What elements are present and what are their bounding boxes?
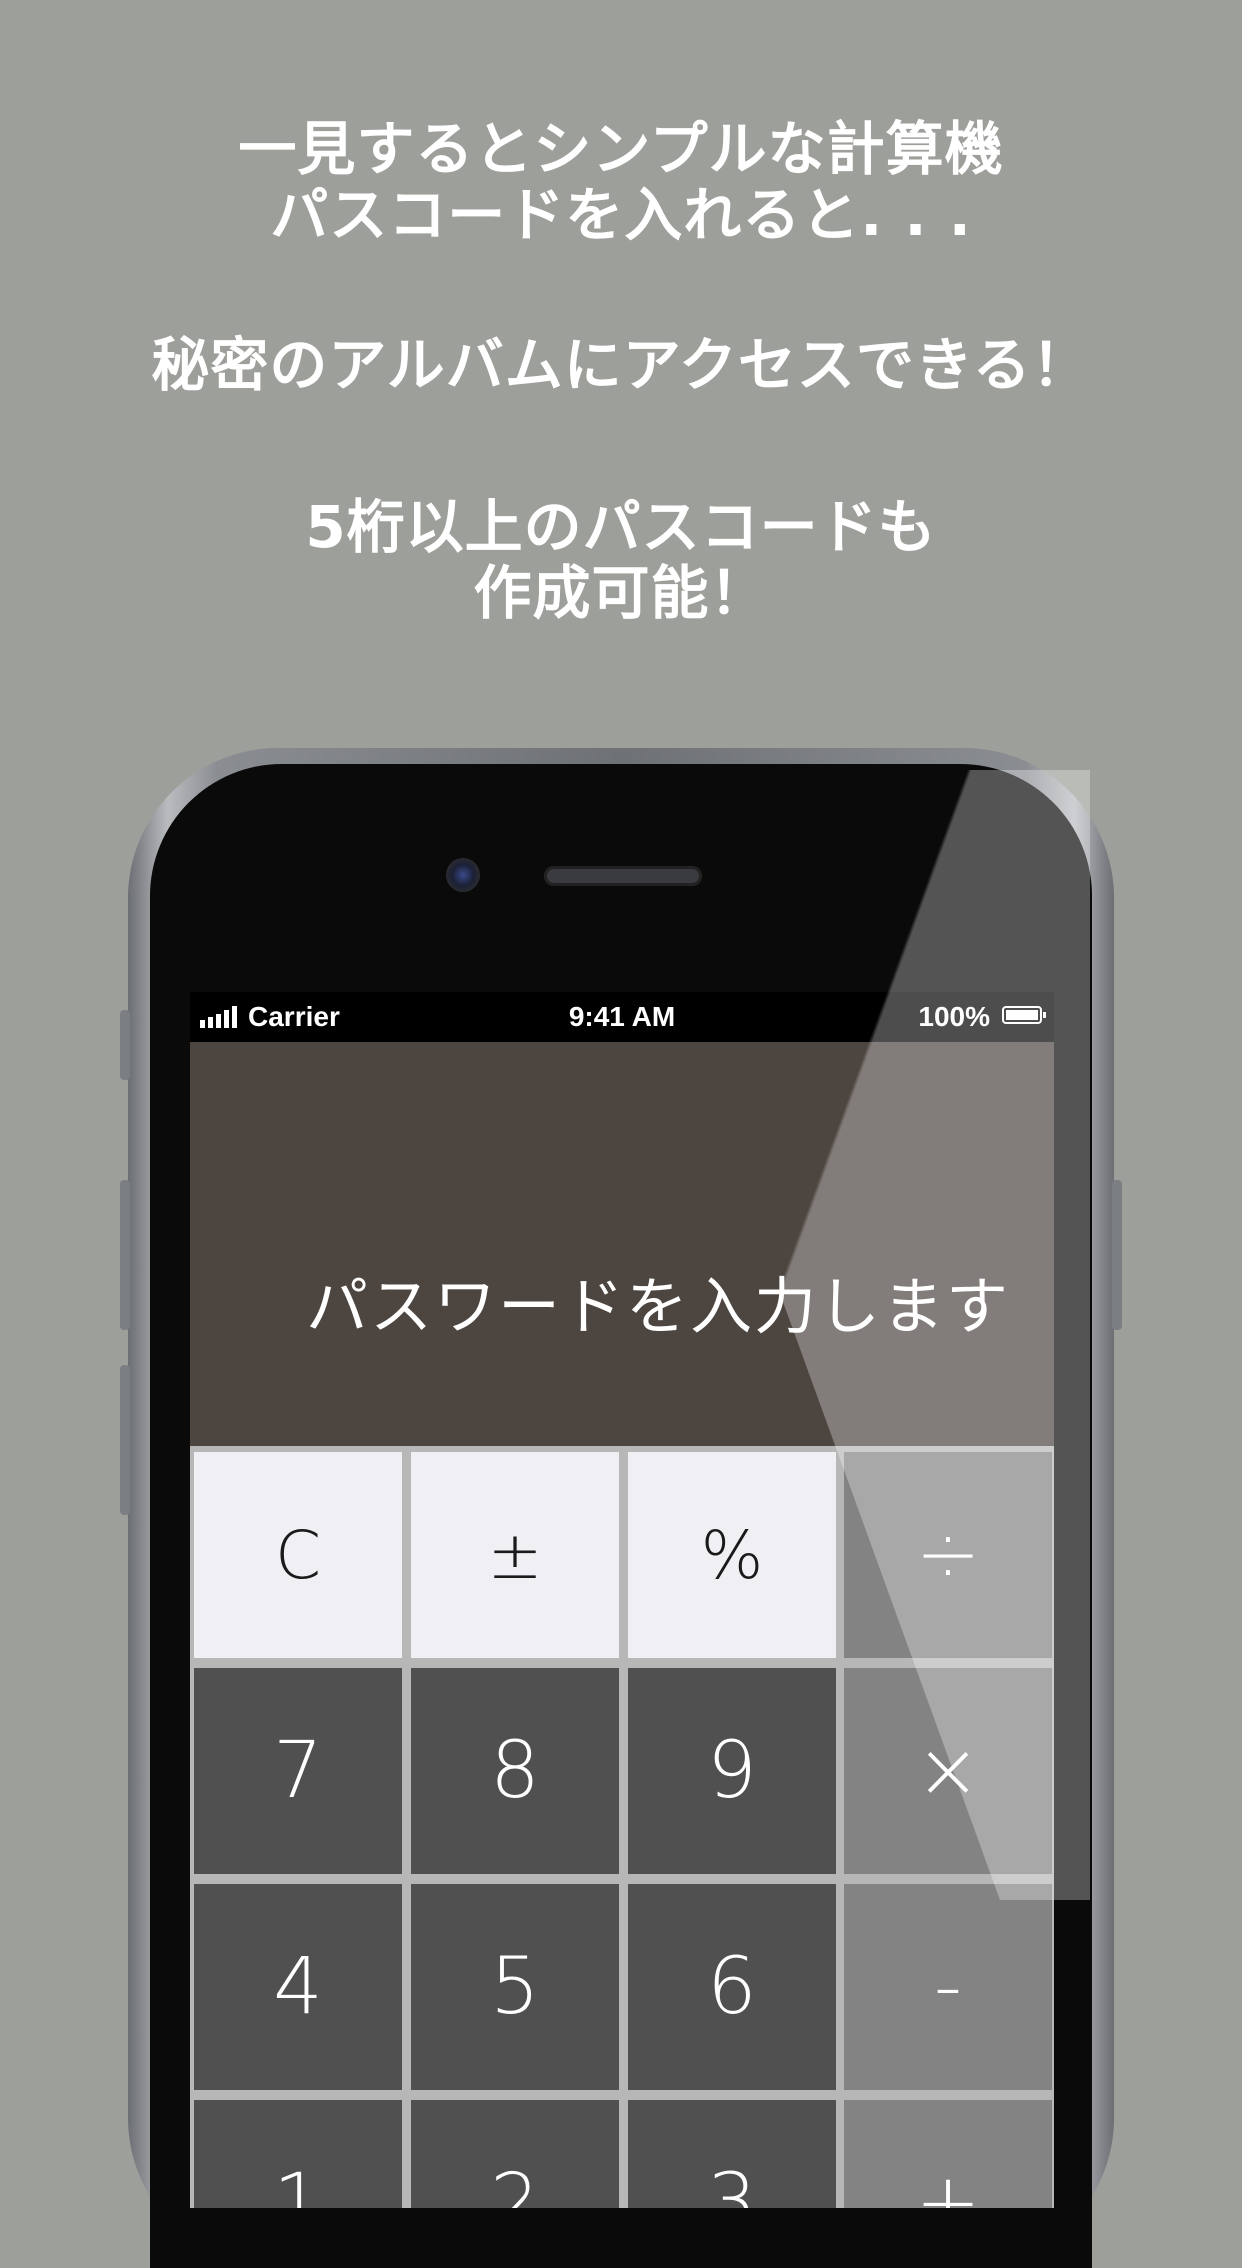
volume-down-button xyxy=(120,1365,130,1515)
keypad: C ± % ÷ 7 8 9 × 4 5 6 - 1 2 3 + xyxy=(190,1446,1054,2208)
multiply-button[interactable]: × xyxy=(844,1668,1052,1874)
digit-8-button[interactable]: 8 xyxy=(411,1668,619,1874)
digit-4-button[interactable]: 4 xyxy=(194,1884,402,2090)
digit-9-button[interactable]: 9 xyxy=(628,1668,836,1874)
mute-switch xyxy=(120,1010,130,1080)
clear-button[interactable]: C xyxy=(194,1452,402,1658)
promo-line-5: 作成可能！ xyxy=(473,559,769,627)
promo-line-2: パスコードを入れると. . . xyxy=(270,181,972,249)
plus-button[interactable]: + xyxy=(844,2100,1052,2208)
promo-subheadline: 5桁以上のパスコードも 作成可能！ xyxy=(0,494,1242,626)
earpiece-speaker xyxy=(544,866,702,886)
promo-headline: 一見するとシンプルな計算機 パスコードを入れると. . . xyxy=(0,116,1242,248)
percent-button[interactable]: % xyxy=(628,1452,836,1658)
status-bar: Carrier 9:41 AM 100% xyxy=(190,992,1054,1042)
display-text: パスワードを入力します xyxy=(305,1270,1010,1343)
battery-icon xyxy=(1002,1006,1046,1024)
battery-percent: 100% xyxy=(918,1001,990,1032)
power-button xyxy=(1112,1180,1122,1330)
front-camera xyxy=(446,858,480,892)
minus-button[interactable]: - xyxy=(844,1884,1052,2090)
digit-7-button[interactable]: 7 xyxy=(194,1668,402,1874)
phone-screen: Carrier 9:41 AM 100% パスワードを入力します C ± % ÷… xyxy=(190,992,1054,2208)
divide-button[interactable]: ÷ xyxy=(844,1452,1052,1658)
digit-1-button[interactable]: 1 xyxy=(194,2100,402,2208)
calculator-display: パスワードを入力します xyxy=(190,1042,1054,1446)
promo-line-1: 一見するとシンプルな計算機 xyxy=(238,115,1004,183)
volume-up-button xyxy=(120,1180,130,1330)
promo-line-3: 秘密のアルバムにアクセスできる！ xyxy=(151,331,1091,399)
plus-minus-button[interactable]: ± xyxy=(411,1452,619,1658)
digit-6-button[interactable]: 6 xyxy=(628,1884,836,2090)
promo-line-4: 5桁以上のパスコードも xyxy=(305,493,937,561)
digit-5-button[interactable]: 5 xyxy=(411,1884,619,2090)
digit-3-button[interactable]: 3 xyxy=(628,2100,836,2208)
digit-2-button[interactable]: 2 xyxy=(411,2100,619,2208)
